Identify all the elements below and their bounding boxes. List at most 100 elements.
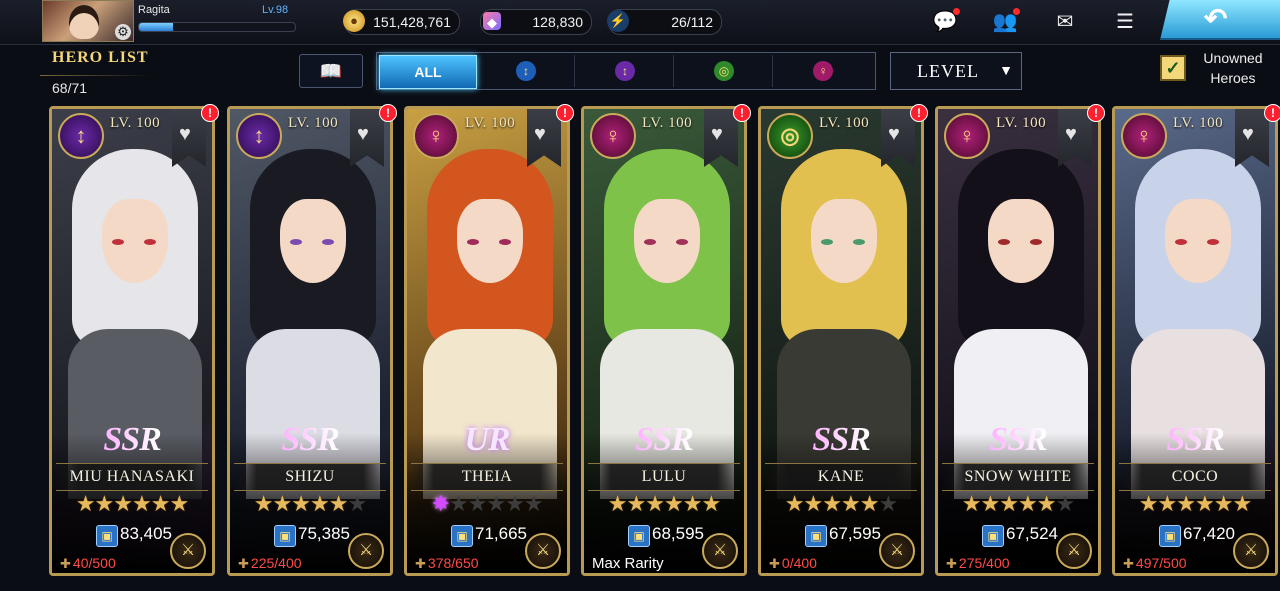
gem-value: 128,830 <box>532 14 583 30</box>
hero-book-button[interactable]: 📖 <box>299 54 363 88</box>
equipment-button[interactable]: ⚔ <box>170 533 206 569</box>
star-icon: ★ <box>291 491 311 516</box>
unowned-heroes-checkbox[interactable]: ✓ <box>1160 55 1186 81</box>
back-arrow-icon: ↶ <box>1204 3 1228 34</box>
hero-level: LV. 100 <box>288 115 339 131</box>
star-icon: ★ <box>132 491 152 516</box>
gem-counter[interactable]: ◆ 128,830 <box>480 9 592 35</box>
hero-card[interactable]: ↕ LV. 100 ♥ SSR MIU HANASAKI ★★★★★★ ▣ 83,405 ✚ 40… <box>49 106 215 576</box>
equipment-button[interactable]: ⚔ <box>702 533 738 569</box>
power-icon: ▣ <box>1159 525 1181 547</box>
hero-power: 67,595 <box>829 524 881 543</box>
hero-power: 71,665 <box>475 524 527 543</box>
heart-icon: ♥ <box>888 123 900 145</box>
settings-gear-icon[interactable]: ⚙ <box>115 24 131 40</box>
star-icon: ★ <box>310 491 330 516</box>
sword-icon: ⚔ <box>889 542 905 559</box>
star-icon: ★ <box>1138 491 1159 516</box>
hero-card[interactable]: ◎ LV. 100 ♥ SSR KANE ★★★★★★ ▣ 67,595 ✚ 0/400 ⚔ <box>758 106 924 576</box>
stamina-counter[interactable]: ⚡ 26/112 <box>607 9 722 35</box>
alert-icon: ! <box>379 104 397 122</box>
back-button[interactable]: ↶ <box>1160 0 1280 40</box>
star-icon: ✸ <box>431 491 449 516</box>
player-avatar[interactable]: ⚙ <box>42 0 134 42</box>
star-icon: ★ <box>1176 491 1196 516</box>
tab-class-green[interactable]: ◎ <box>676 55 773 87</box>
hero-card[interactable]: ↕ LV. 100 ♥ SSR SHIZU ★★★★★★ ▣ 75,385 ✚ 225/400 ⚔ <box>227 106 393 576</box>
equipment-button[interactable]: ⚔ <box>1233 533 1269 569</box>
friends-icon[interactable]: 👥 <box>990 8 1020 36</box>
star-icon: ★ <box>75 491 96 516</box>
equipment-button[interactable]: ⚔ <box>1056 533 1092 569</box>
puzzle-icon: ✚ <box>238 556 249 571</box>
top-bar: ⚙ Ragita Lv.98 ● 151,428,761 ◆ 128,830 ⚡… <box>0 0 1280 45</box>
hero-eye <box>290 239 302 245</box>
power-icon: ▣ <box>451 525 473 547</box>
star-icon: ★ <box>607 491 628 516</box>
star-icon: ★ <box>859 491 880 516</box>
hero-eye <box>676 239 688 245</box>
hero-name: THEIA <box>461 468 513 485</box>
hero-nameplate: KANE <box>765 463 917 491</box>
green-class-icon: ◎ <box>767 113 813 159</box>
star-icon: ★ <box>253 491 274 516</box>
hero-power: 68,595 <box>652 524 704 543</box>
star-icon: ★ <box>169 491 189 516</box>
rarity-label: SSR <box>761 421 921 459</box>
star-icon: ★ <box>1157 491 1178 516</box>
hero-card[interactable]: ♀ LV. 100 ♥ SSR SNOW WHITE ★★★★★★ ▣ 67,524 ✚ 275/… <box>935 106 1101 576</box>
star-icon: ★ <box>113 491 133 516</box>
hero-card[interactable]: ♀ LV. 100 ♥ SSR COCO ★★★★★★ ▣ 67,420 ✚ 497/500 ⚔ <box>1112 106 1278 576</box>
tab-all[interactable]: ALL <box>379 55 477 89</box>
star-icon: ★ <box>1213 491 1234 516</box>
rarity-label: SSR <box>230 421 390 459</box>
hero-card[interactable]: ♀ LV. 100 ♥ UR THEIA ✸★★★★★ ▣ 71,665 ✚ 378/650 ⚔ <box>404 106 570 576</box>
hero-nameplate: THEIA <box>411 463 563 491</box>
chat-icon[interactable]: 💬 <box>930 8 960 36</box>
star-rating: ★★★★★★ <box>1115 491 1275 517</box>
shard-value: 0/400 <box>781 555 817 571</box>
hero-eye <box>1207 239 1219 245</box>
tab-class-blue[interactable]: ↕ <box>478 55 575 87</box>
alert-icon: ! <box>1087 104 1105 122</box>
alert-icon: ! <box>910 104 928 122</box>
purple-class-icon: ↕ <box>58 113 104 159</box>
sword-icon: ⚔ <box>1243 542 1259 559</box>
equipment-button[interactable]: ⚔ <box>525 533 561 569</box>
sword-icon: ⚔ <box>180 542 196 559</box>
hero-eye <box>644 239 656 245</box>
star-rating: ★★★★★★ <box>52 491 212 517</box>
star-rating: ★★★★★★ <box>230 491 390 517</box>
rarity-label: UR <box>464 421 510 458</box>
equipment-button[interactable]: ⚔ <box>348 533 384 569</box>
hero-nameplate: MIU HANASAKI <box>56 463 208 491</box>
menu-icon[interactable]: ☰ <box>1110 8 1140 36</box>
star-icon: ★ <box>961 491 982 516</box>
power-icon: ▣ <box>805 525 827 547</box>
sort-dropdown[interactable]: LEVEL ▼ <box>890 52 1022 90</box>
puzzle-icon: ✚ <box>946 556 957 571</box>
shard-value: 40/500 <box>72 555 116 571</box>
rarity-label: SSR <box>938 421 1098 459</box>
hero-eye <box>1030 239 1042 245</box>
star-icon: ★ <box>486 491 506 516</box>
hero-eye <box>821 239 833 245</box>
power-icon: ▣ <box>628 525 650 547</box>
rarity-label: SSR <box>1115 421 1275 459</box>
mail-icon[interactable]: ✉ <box>1050 8 1080 36</box>
star-icon: ★ <box>523 491 544 516</box>
hero-card[interactable]: ♀ LV. 100 ♥ SSR LULU ★★★★★★ ▣ 68,595 Max Rarity ⚔ <box>581 106 747 576</box>
gold-counter[interactable]: ● 151,428,761 <box>343 9 460 35</box>
star-icon: ★ <box>467 491 488 516</box>
star-rating: ★★★★★★ <box>761 491 921 517</box>
star-icon: ★ <box>1195 491 1215 516</box>
purple-class-icon: ↕ <box>615 61 635 81</box>
equipment-button[interactable]: ⚔ <box>879 533 915 569</box>
tab-class-magenta[interactable]: ♀ <box>775 55 871 87</box>
star-icon: ★ <box>878 491 898 516</box>
puzzle-icon: ✚ <box>60 556 71 571</box>
tab-class-purple[interactable]: ↕ <box>577 55 674 87</box>
heart-icon: ♥ <box>179 123 191 145</box>
star-rating: ★★★★★★ <box>938 491 1098 517</box>
gem-icon: ◆ <box>483 12 501 30</box>
